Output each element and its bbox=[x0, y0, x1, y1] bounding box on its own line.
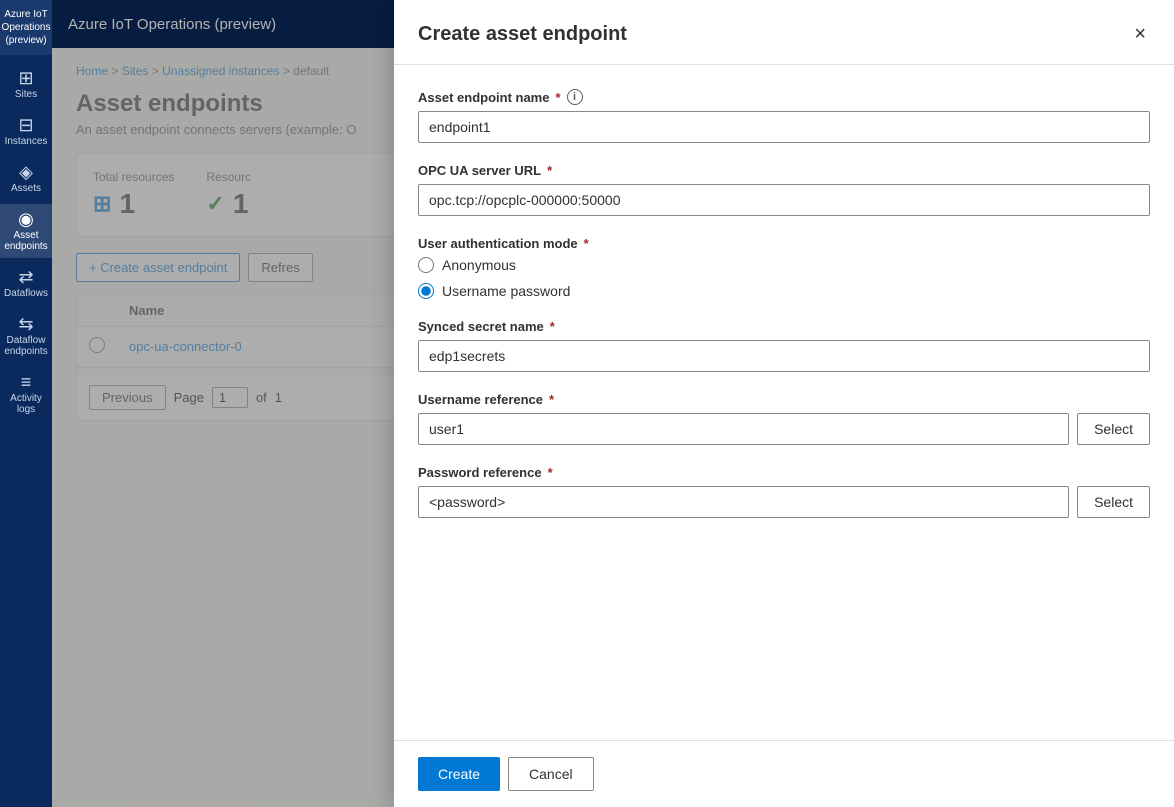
form-group-synced-secret: Synced secret name * bbox=[418, 319, 1150, 372]
cancel-button[interactable]: Cancel bbox=[508, 757, 594, 791]
server-url-input[interactable] bbox=[418, 184, 1150, 216]
main-area: Azure IoT Operations (preview) Home > Si… bbox=[52, 0, 1174, 807]
sidebar-item-sites[interactable]: ⊞ Sites bbox=[0, 63, 52, 106]
dialog-body: Asset endpoint name * i OPC UA server UR… bbox=[394, 65, 1174, 740]
modal-overlay: Create asset endpoint × Asset endpoint n… bbox=[52, 0, 1174, 807]
app-title: Azure IoT Operations (preview) bbox=[2, 8, 51, 47]
sidebar-item-assets[interactable]: ◈ Assets bbox=[0, 157, 52, 200]
form-group-server-url: OPC UA server URL * bbox=[418, 163, 1150, 216]
required-star-5: * bbox=[549, 392, 554, 407]
endpoint-name-input[interactable] bbox=[418, 111, 1150, 143]
asset-endpoints-icon: ◉ bbox=[18, 210, 34, 228]
dialog-title: Create asset endpoint bbox=[418, 23, 627, 46]
sidebar-item-label-activity-logs: Activity logs bbox=[2, 393, 50, 415]
username-ref-input[interactable] bbox=[418, 413, 1069, 445]
sidebar-item-instances[interactable]: ⊟ Instances bbox=[0, 110, 52, 153]
sidebar-item-label-dataflow-endpoints: Dataflow endpoints bbox=[2, 335, 50, 357]
app-title-area: Azure IoT Operations (preview) bbox=[0, 0, 52, 55]
auth-mode-label: User authentication mode * bbox=[418, 236, 1150, 251]
create-button[interactable]: Create bbox=[418, 757, 500, 791]
sidebar: Azure IoT Operations (preview) ⊞ Sites ⊟… bbox=[0, 0, 52, 807]
sidebar-item-asset-endpoints[interactable]: ◉ Asset endpoints bbox=[0, 204, 52, 258]
sidebar-item-label-assets: Assets bbox=[11, 183, 41, 194]
auth-mode-username-password[interactable]: Username password bbox=[418, 283, 1150, 299]
create-asset-endpoint-dialog: Create asset endpoint × Asset endpoint n… bbox=[394, 0, 1174, 807]
sidebar-item-label-asset-endpoints: Asset endpoints bbox=[2, 230, 50, 252]
sidebar-item-dataflow-endpoints[interactable]: ⇆ Dataflow endpoints bbox=[0, 309, 52, 363]
username-ref-input-group: Select bbox=[418, 413, 1150, 445]
assets-icon: ◈ bbox=[19, 163, 33, 181]
sidebar-nav: ⊞ Sites ⊟ Instances ◈ Assets ◉ Asset end… bbox=[0, 63, 52, 421]
required-star-3: * bbox=[584, 236, 589, 251]
auth-mode-username-password-label: Username password bbox=[442, 283, 570, 299]
endpoint-name-label: Asset endpoint name * i bbox=[418, 89, 1150, 105]
server-url-label: OPC UA server URL * bbox=[418, 163, 1150, 178]
password-ref-label: Password reference * bbox=[418, 465, 1150, 480]
info-icon-endpoint-name[interactable]: i bbox=[567, 89, 583, 105]
auth-mode-radio-group: Anonymous Username password bbox=[418, 257, 1150, 299]
dataflow-endpoints-icon: ⇆ bbox=[18, 315, 33, 333]
form-group-auth-mode: User authentication mode * Anonymous Use… bbox=[418, 236, 1150, 299]
username-ref-select-button[interactable]: Select bbox=[1077, 413, 1150, 445]
required-star-2: * bbox=[547, 163, 552, 178]
dialog-close-button[interactable]: × bbox=[1130, 20, 1150, 48]
radio-username-password[interactable] bbox=[418, 283, 434, 299]
radio-anonymous[interactable] bbox=[418, 257, 434, 273]
sidebar-item-label-sites: Sites bbox=[15, 89, 37, 100]
required-star-4: * bbox=[550, 319, 555, 334]
activity-logs-icon: ≡ bbox=[21, 373, 32, 391]
instances-icon: ⊟ bbox=[18, 116, 33, 134]
auth-mode-anonymous[interactable]: Anonymous bbox=[418, 257, 1150, 273]
dialog-header: Create asset endpoint × bbox=[394, 0, 1174, 65]
password-ref-input[interactable] bbox=[418, 486, 1069, 518]
auth-mode-anonymous-label: Anonymous bbox=[442, 257, 516, 273]
sidebar-item-label-instances: Instances bbox=[5, 136, 48, 147]
required-star-6: * bbox=[548, 465, 553, 480]
synced-secret-input[interactable] bbox=[418, 340, 1150, 372]
dataflows-icon: ⇄ bbox=[18, 268, 33, 286]
sidebar-item-dataflows[interactable]: ⇄ Dataflows bbox=[0, 262, 52, 305]
sidebar-item-activity-logs[interactable]: ≡ Activity logs bbox=[0, 367, 52, 421]
sites-icon: ⊞ bbox=[18, 69, 33, 87]
sidebar-item-label-dataflows: Dataflows bbox=[4, 288, 48, 299]
dialog-footer: Create Cancel bbox=[394, 740, 1174, 807]
password-ref-input-group: Select bbox=[418, 486, 1150, 518]
password-ref-select-button[interactable]: Select bbox=[1077, 486, 1150, 518]
username-ref-label: Username reference * bbox=[418, 392, 1150, 407]
form-group-endpoint-name: Asset endpoint name * i bbox=[418, 89, 1150, 143]
form-group-username-ref: Username reference * Select bbox=[418, 392, 1150, 445]
synced-secret-label: Synced secret name * bbox=[418, 319, 1150, 334]
form-group-password-ref: Password reference * Select bbox=[418, 465, 1150, 518]
required-star-1: * bbox=[555, 90, 560, 105]
